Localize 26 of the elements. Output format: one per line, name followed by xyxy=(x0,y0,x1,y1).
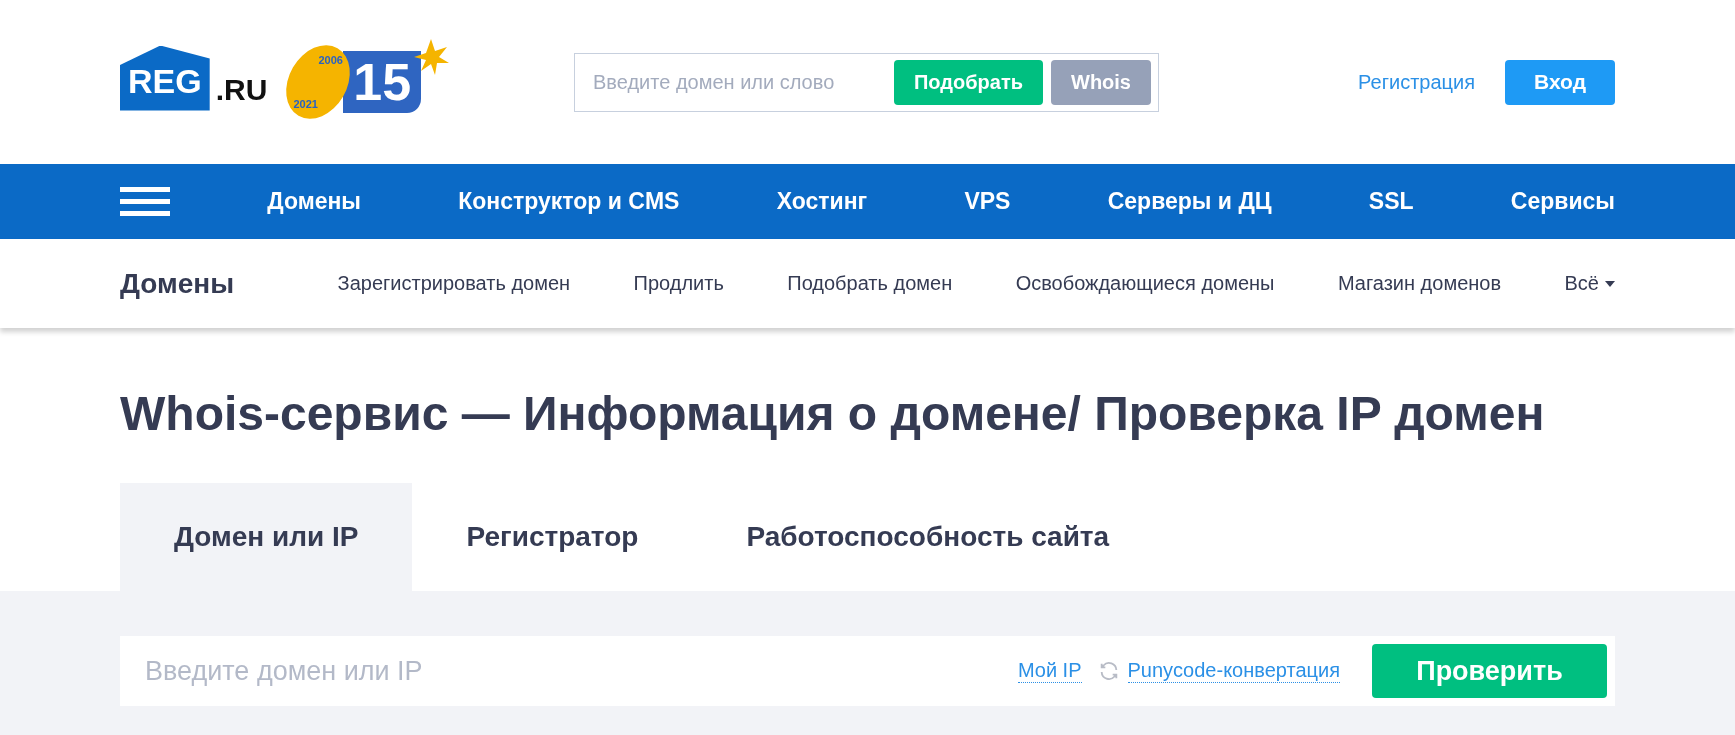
nav-item[interactable]: Серверы и ДЦ xyxy=(1107,188,1272,215)
subnav-item[interactable]: Освобождающиеся домены xyxy=(1015,272,1275,295)
punycode-link[interactable]: Punycode-конвертация xyxy=(1127,659,1340,683)
my-ip-link[interactable]: Мой IP xyxy=(1017,659,1082,683)
domain-input[interactable]: Введите домен или IP xyxy=(120,636,1018,706)
menu-icon[interactable] xyxy=(120,184,170,219)
more-dropdown[interactable]: Всё xyxy=(1564,272,1615,295)
caret-icon xyxy=(1604,280,1615,287)
logo-mark[interactable]: REG xyxy=(120,45,210,111)
logo-text: .RU xyxy=(215,73,268,107)
nav-item[interactable]: VPS xyxy=(964,188,1011,215)
page-title: Whois-сервис — Информация о домене/ Проверка IP домен xyxy=(120,386,1546,442)
tab[interactable]: Домен или IP xyxy=(120,483,413,591)
nav-item[interactable]: SSL xyxy=(1368,188,1414,215)
nav-item[interactable]: Конструктор и CMS xyxy=(458,188,680,215)
subnav-item[interactable]: Подобрать домен xyxy=(787,272,953,295)
subnav-item[interactable]: Магазин доменов xyxy=(1337,272,1502,295)
nav-item[interactable]: Домены xyxy=(267,188,361,215)
anniversary-number: 15 xyxy=(343,51,422,113)
register-link[interactable]: Регистрация xyxy=(1358,70,1475,94)
subnav-item[interactable]: Зарегистрировать домен xyxy=(337,272,571,295)
subnav-item[interactable]: Продлить xyxy=(633,272,724,295)
nav-item[interactable]: Сервисы xyxy=(1510,188,1615,215)
section-title: Домены xyxy=(120,267,235,300)
nav-item[interactable]: Хостинг xyxy=(776,188,868,215)
login-button[interactable]: Вход xyxy=(1505,59,1615,105)
